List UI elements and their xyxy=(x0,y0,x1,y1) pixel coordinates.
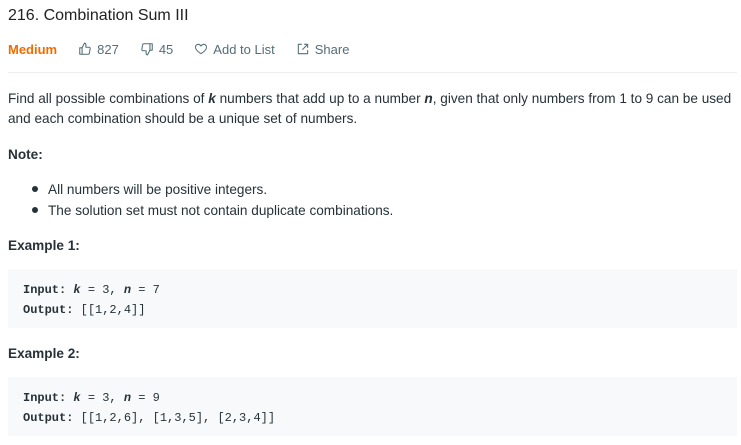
example-1-heading: Example 1: xyxy=(8,238,80,253)
output-value: [[1,2,4]] xyxy=(73,303,146,317)
input-n-name: n xyxy=(123,391,132,405)
example-2-code-block: Input: k = 3, n = 9 Output: [[1,2,6], [1… xyxy=(8,377,737,436)
input-k-name: k xyxy=(73,391,81,405)
input-n-value: = 9 xyxy=(131,391,160,405)
problem-actions-bar: Medium 827 45 Add to List Share xyxy=(8,39,349,59)
input-n-name: n xyxy=(123,283,132,297)
share-button[interactable]: Share xyxy=(296,41,350,57)
note-heading: Note: xyxy=(8,147,43,162)
problem-description: Find all possible combinations of k numb… xyxy=(8,89,733,129)
output-label: Output: xyxy=(23,303,74,317)
input-label: Input: xyxy=(23,283,67,297)
note-list: All numbers will be positive integers. T… xyxy=(30,179,393,221)
note-item: All numbers will be positive integers. xyxy=(30,179,393,200)
output-value: [[1,2,6], [1,3,5], [2,3,4]] xyxy=(73,411,276,425)
note-item: The solution set must not contain duplic… xyxy=(30,200,393,221)
header-divider xyxy=(8,72,737,73)
input-k-name: k xyxy=(73,283,81,297)
description-text-2: numbers that add up to a number xyxy=(215,91,425,106)
input-label: Input: xyxy=(23,391,67,405)
description-text-1: Find all possible combinations of xyxy=(8,91,209,106)
example-1-output-line: Output: [[1,2,4]] xyxy=(23,300,737,320)
like-count: 827 xyxy=(97,41,119,57)
input-n-value: = 7 xyxy=(131,283,160,297)
example-1-input-line: Input: k = 3, n = 7 xyxy=(23,280,737,300)
example-2-input-line: Input: k = 3, n = 9 xyxy=(23,388,737,408)
input-k-value: = 3, xyxy=(80,283,124,297)
add-to-list-button[interactable]: Add to List xyxy=(194,41,275,57)
problem-title: 216. Combination Sum III xyxy=(8,7,189,24)
share-icon xyxy=(297,43,308,55)
add-to-list-label: Add to List xyxy=(213,41,275,57)
difficulty-label: Medium xyxy=(8,41,58,57)
variable-k: k xyxy=(208,91,216,106)
thumbs-down-icon xyxy=(141,43,153,56)
dislike-count: 45 xyxy=(158,41,174,57)
example-2-output-line: Output: [[1,2,6], [1,3,5], [2,3,4]] xyxy=(23,408,737,428)
dislike-button[interactable]: 45 xyxy=(140,42,173,57)
problem-page: 216. Combination Sum III Medium 827 45 A… xyxy=(0,0,741,445)
like-button[interactable]: 827 xyxy=(78,42,119,57)
variable-n: n xyxy=(424,91,433,106)
input-k-value: = 3, xyxy=(80,391,124,405)
example-1-code-block: Input: k = 3, n = 7 Output: [[1,2,4]] xyxy=(8,269,737,328)
example-2-heading: Example 2: xyxy=(8,346,80,361)
thumbs-up-icon xyxy=(79,42,91,55)
output-label: Output: xyxy=(23,411,74,425)
share-label: Share xyxy=(314,41,350,57)
heart-icon xyxy=(195,43,208,55)
